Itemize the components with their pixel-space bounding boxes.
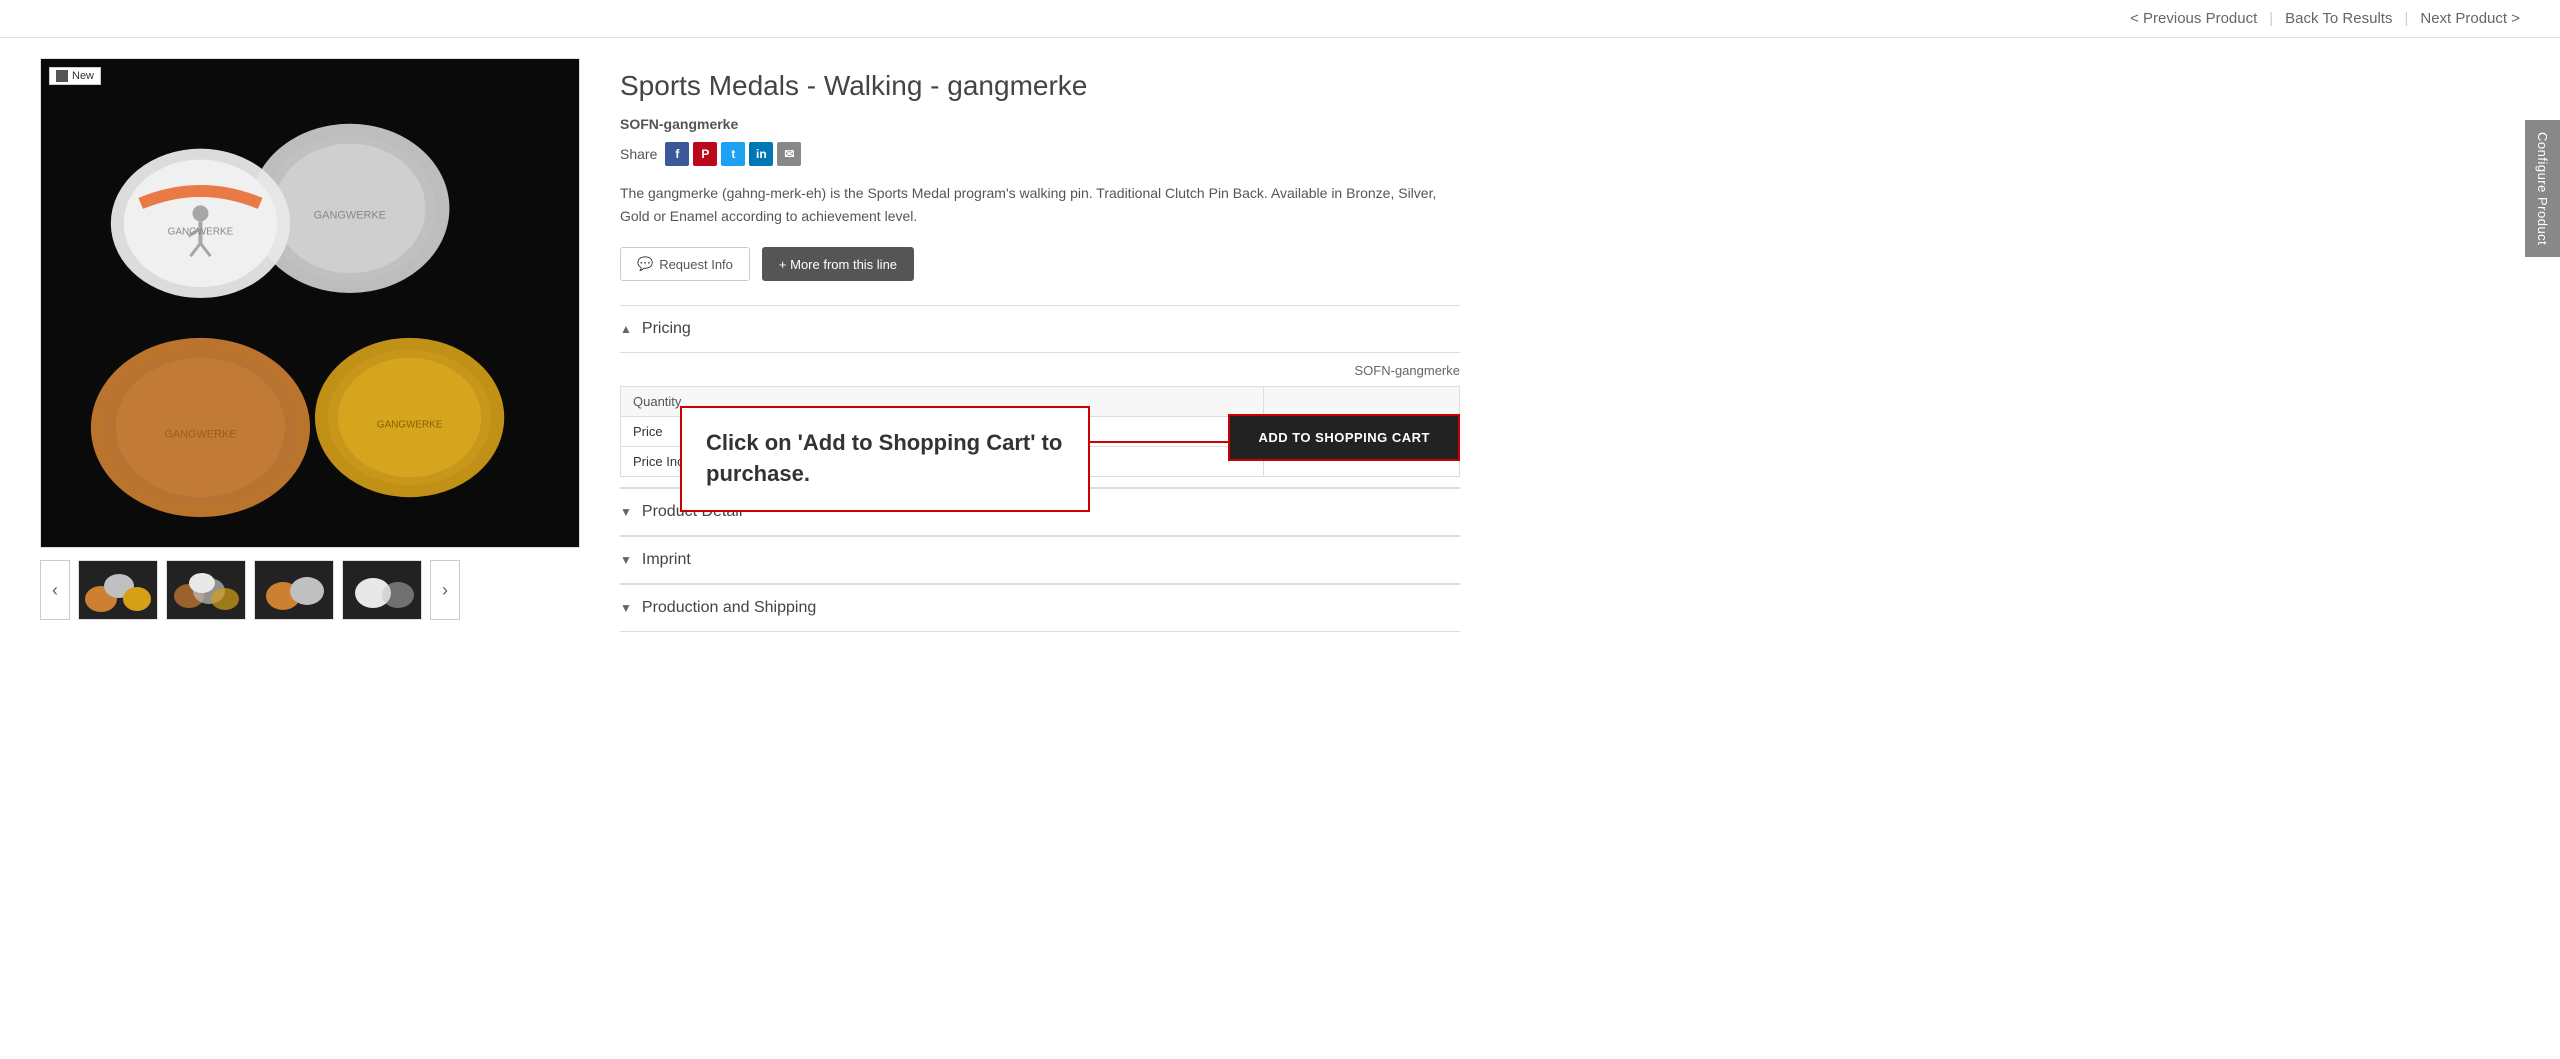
share-email-icon[interactable]: ✉	[777, 142, 801, 166]
production-shipping-header[interactable]: ▼ Production and Shipping	[620, 585, 1460, 632]
share-twitter-icon[interactable]: t	[721, 142, 745, 166]
new-badge-check-icon	[56, 70, 68, 82]
pricing-chevron-icon: ▲	[620, 322, 632, 336]
new-badge: New	[49, 67, 101, 85]
nav-separator-1: |	[2269, 10, 2273, 27]
svg-text:GANGWERKE: GANGWERKE	[314, 209, 386, 221]
product-title: Sports Medals - Walking - gangmerke	[620, 68, 1460, 104]
add-to-cart-button[interactable]: ADD TO SHOPPING CART	[1228, 414, 1460, 461]
main-content: New GANGWERKE GANGWERKE GANGWERKE	[0, 38, 1500, 652]
pricing-section-header[interactable]: ▲ Pricing	[620, 306, 1460, 353]
thumbnail-2[interactable]	[166, 560, 246, 620]
pricing-accordion: ▲ Pricing SOFN-gangmerke Quantity	[620, 305, 1460, 488]
pricing-content: SOFN-gangmerke Quantity Price	[620, 353, 1460, 488]
svg-text:GANGWERKE: GANGWERKE	[164, 428, 236, 440]
chat-icon: 💬	[637, 256, 653, 272]
next-product-link[interactable]: Next Product >	[2420, 10, 2520, 27]
svg-text:GANGWERKE: GANGWERKE	[168, 226, 234, 237]
product-detail-chevron-icon: ▼	[620, 505, 632, 519]
production-shipping-label: Production and Shipping	[642, 599, 816, 617]
pricing-sku: SOFN-gangmerke	[620, 363, 1460, 378]
imprint-label: Imprint	[642, 551, 691, 569]
main-product-image: New GANGWERKE GANGWERKE GANGWERKE	[40, 58, 580, 548]
share-linkedin-icon[interactable]: in	[749, 142, 773, 166]
product-sku: SOFN-gangmerke	[620, 116, 1460, 132]
callout-box: Click on 'Add to Shopping Cart' to purch…	[680, 406, 1090, 512]
thumbnail-1[interactable]	[78, 560, 158, 620]
configure-product-button[interactable]: Configure Product	[2525, 120, 2560, 257]
add-to-cart-wrapper: ADD TO SHOPPING CART	[1228, 414, 1460, 461]
configure-sidebar[interactable]: Configure Product	[2525, 120, 2560, 257]
share-label: Share	[620, 146, 657, 162]
share-icons: f P t in ✉	[665, 142, 801, 166]
production-shipping-accordion: ▼ Production and Shipping	[620, 584, 1460, 632]
top-navigation: < Previous Product | Back To Results | N…	[0, 0, 2560, 38]
request-info-label: Request Info	[659, 257, 733, 272]
more-from-line-button[interactable]: + More from this line	[762, 247, 914, 281]
thumbnail-3[interactable]	[254, 560, 334, 620]
share-pinterest-icon[interactable]: P	[693, 142, 717, 166]
thumb-next-button[interactable]: ›	[430, 560, 460, 620]
product-image-svg: GANGWERKE GANGWERKE GANGWERKE	[41, 59, 579, 547]
thumb-prev-button[interactable]: ‹	[40, 560, 70, 620]
production-chevron-icon: ▼	[620, 601, 632, 615]
imprint-header[interactable]: ▼ Imprint	[620, 537, 1460, 584]
share-facebook-icon[interactable]: f	[665, 142, 689, 166]
product-info: Sports Medals - Walking - gangmerke SOFN…	[620, 58, 1460, 632]
more-from-line-label: + More from this line	[779, 257, 897, 272]
previous-product-link[interactable]: < Previous Product	[2130, 10, 2257, 27]
svg-text:GANGWERKE: GANGWERKE	[377, 419, 443, 430]
pricing-table-wrapper: Quantity Price Price Incl.	[620, 386, 1460, 477]
back-to-results-link[interactable]: Back To Results	[2285, 10, 2392, 27]
action-buttons: 💬 Request Info + More from this line	[620, 247, 1460, 281]
nav-separator-2: |	[2404, 10, 2408, 27]
request-info-button[interactable]: 💬 Request Info	[620, 247, 750, 281]
product-description: The gangmerke (gahng-merk-eh) is the Spo…	[620, 182, 1460, 227]
thumbnail-4[interactable]	[342, 560, 422, 620]
thumbnail-row: ‹	[40, 560, 580, 620]
image-area: New GANGWERKE GANGWERKE GANGWERKE	[40, 58, 580, 632]
new-badge-label: New	[72, 70, 94, 82]
imprint-chevron-icon: ▼	[620, 553, 632, 567]
pricing-section-label: Pricing	[642, 320, 691, 338]
share-row: Share f P t in ✉	[620, 142, 1460, 166]
imprint-accordion: ▼ Imprint	[620, 536, 1460, 584]
